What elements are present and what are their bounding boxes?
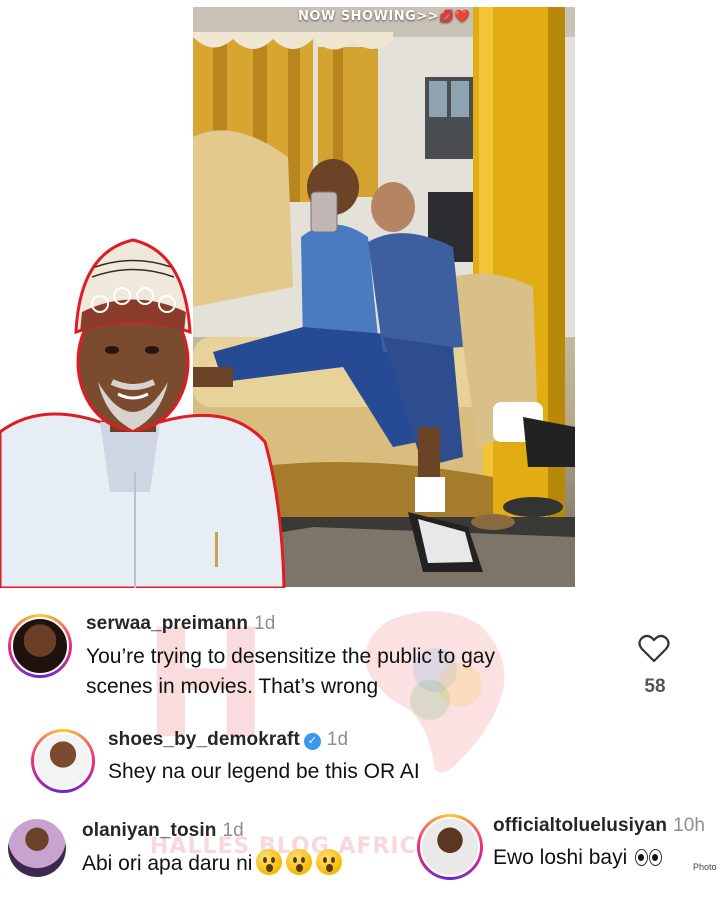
username-serwaa-preimann[interactable]: serwaa_preimann xyxy=(86,613,248,634)
username-officialtoluelusiyan[interactable]: officialtoluelusiyan xyxy=(493,815,667,836)
avatar-shoes-by-demokraft[interactable] xyxy=(31,729,95,793)
avatar-photo xyxy=(11,617,69,675)
avatar-serwaa-preimann[interactable] xyxy=(8,614,72,678)
comment-text-line-2: scenes in movies. That’s wrong xyxy=(86,675,379,698)
astonished-face-emoji xyxy=(286,849,313,875)
comment-time: 1d xyxy=(326,729,349,750)
avatar-photo xyxy=(8,819,66,877)
comment-username[interactable]: olaniyan_tosin 1d xyxy=(82,820,244,842)
avatar-olaniyan-tosin[interactable] xyxy=(8,819,66,877)
comment-username[interactable]: shoes_by_demokraft ✓ 1d xyxy=(108,729,348,751)
like-count: 58 xyxy=(644,676,666,697)
comment-text: Shey na our legend be this OR AI xyxy=(108,760,420,783)
heart-outline-icon[interactable] xyxy=(638,634,670,664)
avatar-photo xyxy=(34,732,92,790)
banner-text: NOW SHOWING>> xyxy=(298,9,440,24)
comment-time: 1d xyxy=(222,820,244,841)
astonished-face-emoji xyxy=(316,849,343,875)
comment-text-body: Ewo loshi bayi xyxy=(493,846,628,869)
portrait-cutout xyxy=(0,238,286,588)
photo-collage: NOW SHOWING>>💋❤️ xyxy=(0,0,720,590)
verified-badge-icon: ✓ xyxy=(303,733,321,750)
username-olaniyan-tosin[interactable]: olaniyan_tosin xyxy=(82,820,216,841)
comment-username[interactable]: officialtoluelusiyan 10h xyxy=(493,815,705,837)
photo-credit: Photo xyxy=(693,862,717,872)
comment-text-body: Abi ori apa daru ni xyxy=(82,852,253,875)
now-showing-banner: NOW SHOWING>>💋❤️ xyxy=(193,9,575,24)
username-shoes-by-demokraft[interactable]: shoes_by_demokraft xyxy=(108,729,300,750)
comment-text: Ewo loshi bayi xyxy=(493,843,663,875)
comment-username[interactable]: serwaa_preimann 1d xyxy=(86,613,275,635)
astonished-face-emoji xyxy=(256,849,283,875)
eyes-emoji xyxy=(635,845,663,875)
banner-emoji: 💋❤️ xyxy=(439,9,470,23)
comment-text: Abi ori apa daru ni xyxy=(82,849,343,879)
avatar-photo xyxy=(420,817,480,877)
comment-time: 10h xyxy=(673,815,706,836)
comment-text-line-1: You’re trying to desensitize the public … xyxy=(86,645,495,668)
avatar-officialtoluelusiyan[interactable] xyxy=(417,814,483,880)
comment-text: You’re trying to desensitize the public … xyxy=(86,642,495,702)
comment-time: 1d xyxy=(254,613,276,634)
